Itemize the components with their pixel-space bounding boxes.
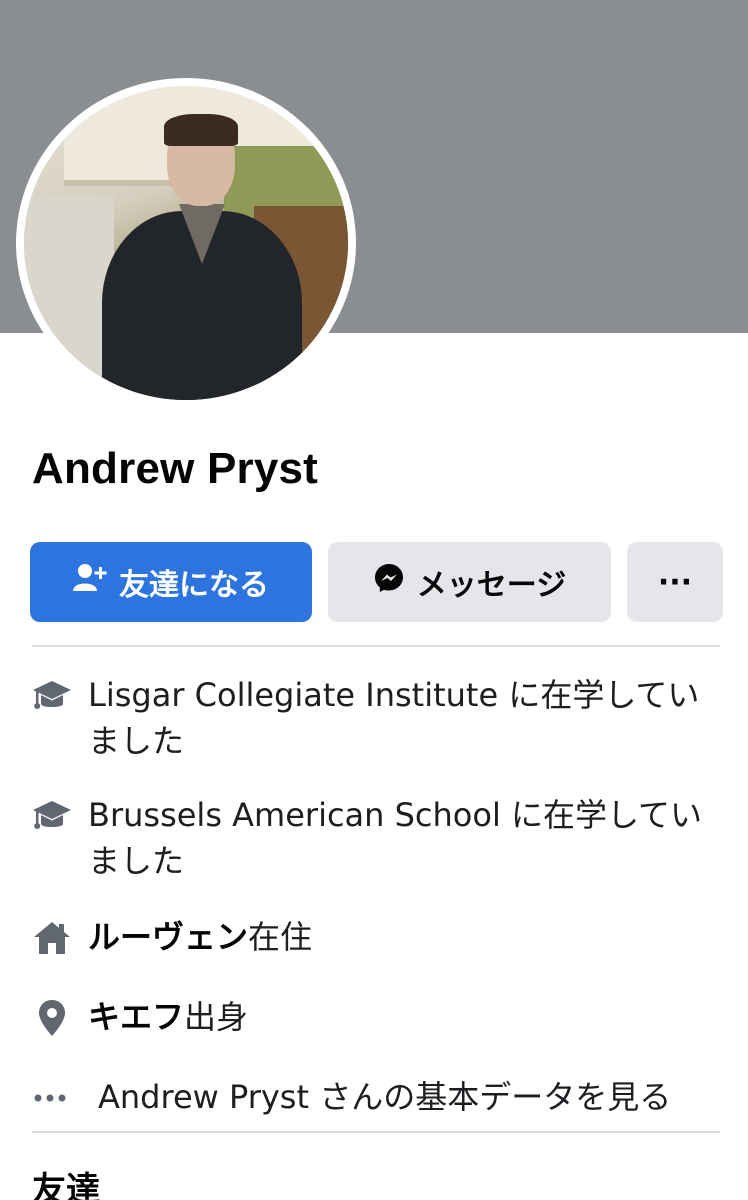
more-options-button[interactable]: ··· xyxy=(627,542,723,622)
location-pin-icon xyxy=(32,994,88,1042)
current-city-item[interactable]: ルーヴェン在住 xyxy=(32,914,722,962)
message-label: メッセージ xyxy=(416,568,567,603)
profile-picture[interactable] xyxy=(16,78,356,408)
current-city-suffix: 在住 xyxy=(248,918,313,956)
hometown-text: キエフ出身 xyxy=(88,994,248,1040)
divider xyxy=(32,645,720,647)
education-text: Brussels American School に在学していました xyxy=(88,796,703,880)
see-about-info-text: Andrew Pryst さんの基本データを見る xyxy=(98,1078,672,1116)
education-item[interactable]: Lisgar Collegiate Institute に在学していました xyxy=(32,672,722,764)
see-about-info-link[interactable]: Andrew Pryst さんの基本データを見る xyxy=(32,1074,722,1122)
divider xyxy=(32,1131,720,1133)
education-text: Lisgar Collegiate Institute に在学していました xyxy=(88,676,700,760)
hometown-name: キエフ xyxy=(88,998,185,1036)
add-friend-label: 友達になる xyxy=(119,568,269,603)
more-dots-icon xyxy=(32,1074,98,1122)
message-button[interactable]: メッセージ xyxy=(328,542,611,622)
add-friend-icon xyxy=(73,563,107,601)
current-city-text: ルーヴェン在住 xyxy=(88,914,312,960)
graduation-cap-icon xyxy=(32,672,88,720)
friends-section-heading: 友達 xyxy=(32,1170,100,1200)
more-dots-icon: ··· xyxy=(657,564,693,600)
messenger-icon xyxy=(373,562,405,602)
education-item[interactable]: Brussels American School に在学していました xyxy=(32,792,722,884)
home-icon xyxy=(32,914,88,962)
hometown-suffix: 出身 xyxy=(184,998,249,1036)
graduation-cap-icon xyxy=(32,792,88,840)
current-city-name: ルーヴェン xyxy=(88,918,249,956)
add-friend-button[interactable]: 友達になる xyxy=(30,542,312,622)
profile-photo-image xyxy=(24,86,348,400)
hometown-item[interactable]: キエフ出身 xyxy=(32,994,722,1042)
profile-name: Andrew Pryst xyxy=(32,444,319,493)
